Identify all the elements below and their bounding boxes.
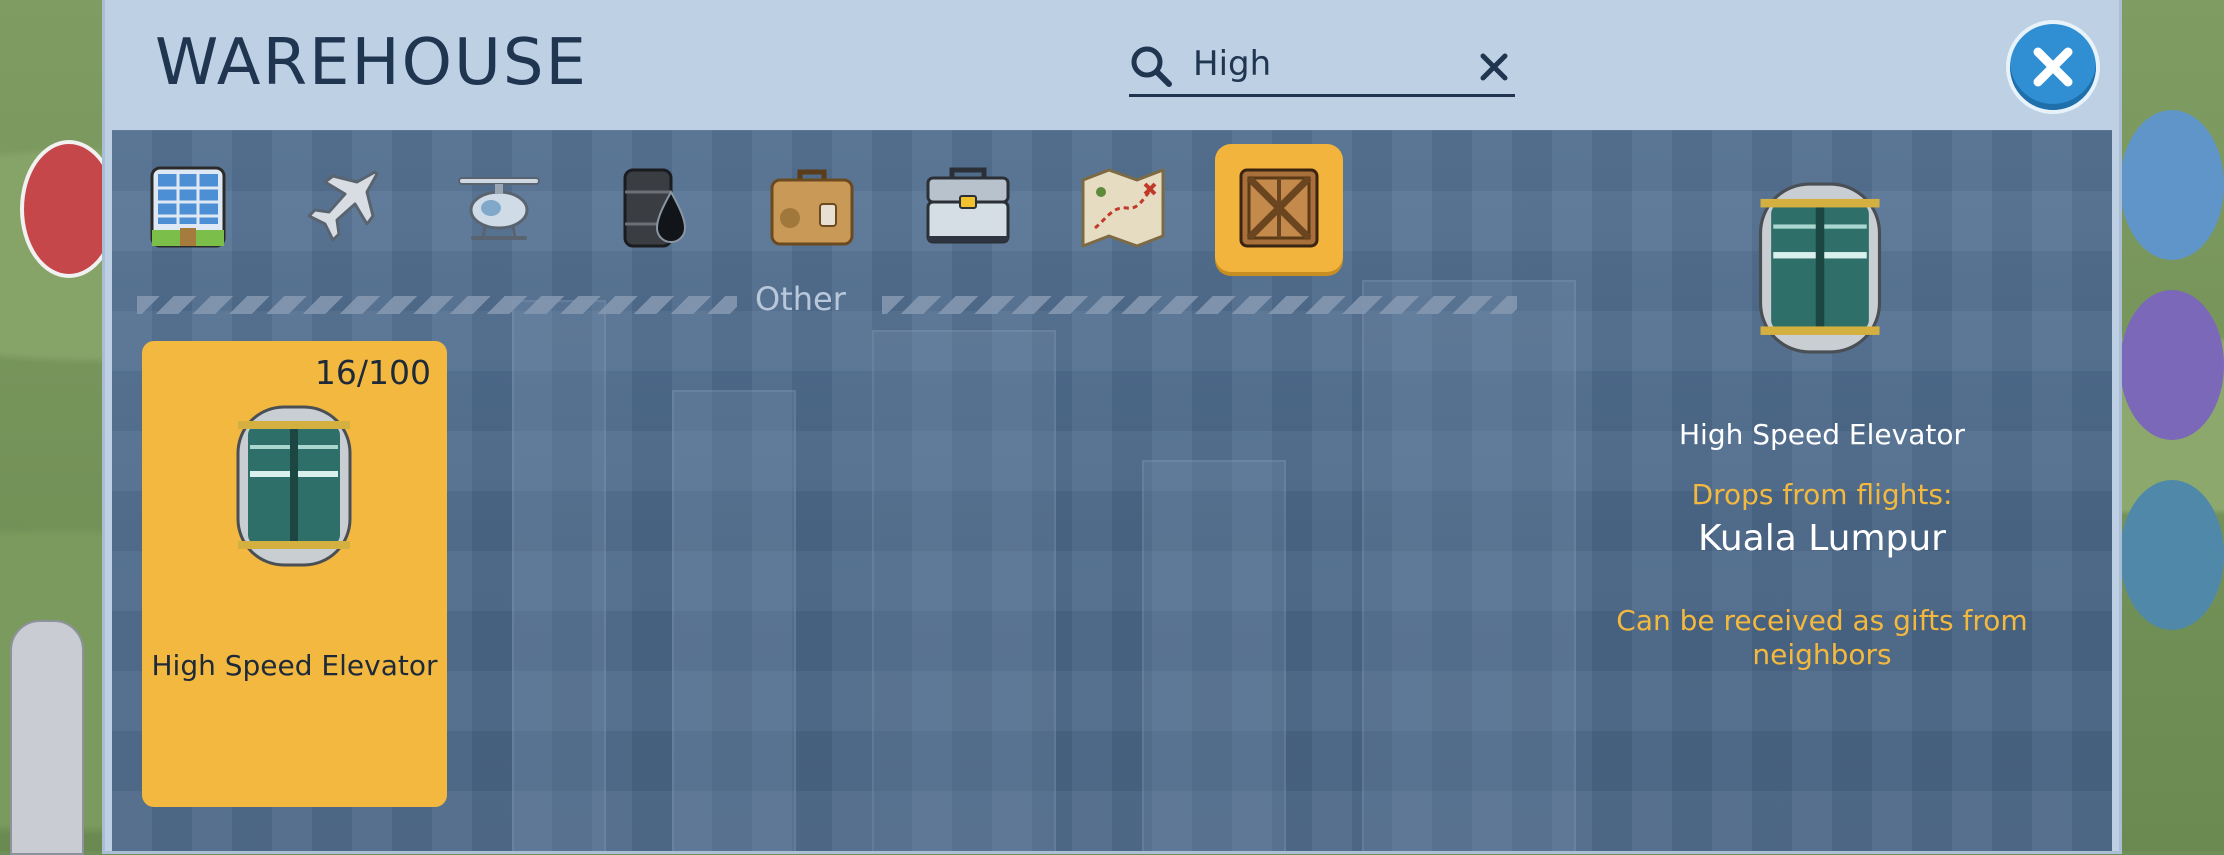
content-panel: Other 16/100 High Speed Elevator High Sp…: [112, 130, 2112, 851]
oil-barrel-icon: [623, 168, 687, 248]
clear-icon[interactable]: [1479, 52, 1509, 82]
drops-label: Drops from flights:: [1691, 478, 1953, 511]
toolbox-icon: [926, 167, 1010, 244]
close-button[interactable]: [2010, 24, 2096, 110]
close-icon: [2033, 47, 2073, 87]
search-icon[interactable]: [1129, 44, 1173, 88]
background-tower: [10, 620, 84, 855]
airplane-icon: [307, 170, 379, 242]
tab-helicopter[interactable]: [435, 144, 563, 272]
tab-toolbox[interactable]: [904, 144, 1032, 272]
category-divider-right: [882, 296, 1517, 314]
gift-note: Can be received as gifts from neighbors: [1616, 604, 2028, 671]
window-title: WAREHOUSE: [155, 26, 588, 100]
backdrop-building: [672, 390, 796, 851]
backdrop-building: [1362, 280, 1576, 851]
backdrop-building: [1142, 460, 1286, 851]
treasure-map-icon: [1081, 168, 1165, 248]
detail-item-name: High Speed Elevator: [1679, 418, 1965, 451]
elevator-icon: [236, 405, 352, 567]
tab-other[interactable]: [1215, 144, 1343, 272]
warehouse-window: WAREHOUSE High Other 16/100 High Speed E…: [105, 0, 2119, 851]
search-bar: [1129, 38, 1515, 97]
item-name: High Speed Elevator: [151, 649, 438, 682]
background-badge-uncle-sam: [20, 140, 118, 278]
suitcase-icon: [770, 169, 854, 246]
tab-map[interactable]: [1059, 144, 1187, 272]
drops-city: Kuala Lumpur: [1698, 518, 1946, 559]
elevator-icon: [1758, 182, 1882, 354]
tab-oil[interactable]: [591, 144, 719, 272]
item-card-high-speed-elevator[interactable]: 16/100 High Speed Elevator: [142, 341, 447, 807]
helicopter-icon: [458, 177, 540, 240]
category-label: Other: [755, 280, 846, 318]
item-count: 16/100: [314, 353, 431, 392]
category-divider-left: [137, 296, 737, 314]
backdrop-building: [872, 330, 1056, 851]
search-input[interactable]: [1193, 42, 1453, 86]
tab-buildings[interactable]: [124, 144, 252, 272]
crate-icon: [1239, 168, 1319, 248]
tab-airplane[interactable]: [279, 144, 407, 272]
background-badge-purple: [2120, 290, 2224, 440]
backdrop-building: [512, 300, 606, 851]
building-icon: [150, 166, 226, 248]
category-tabs: [112, 130, 1412, 290]
background-badge-teal: [2120, 480, 2224, 630]
tab-suitcase[interactable]: [748, 144, 876, 272]
background-badge-blue: [2120, 110, 2224, 260]
